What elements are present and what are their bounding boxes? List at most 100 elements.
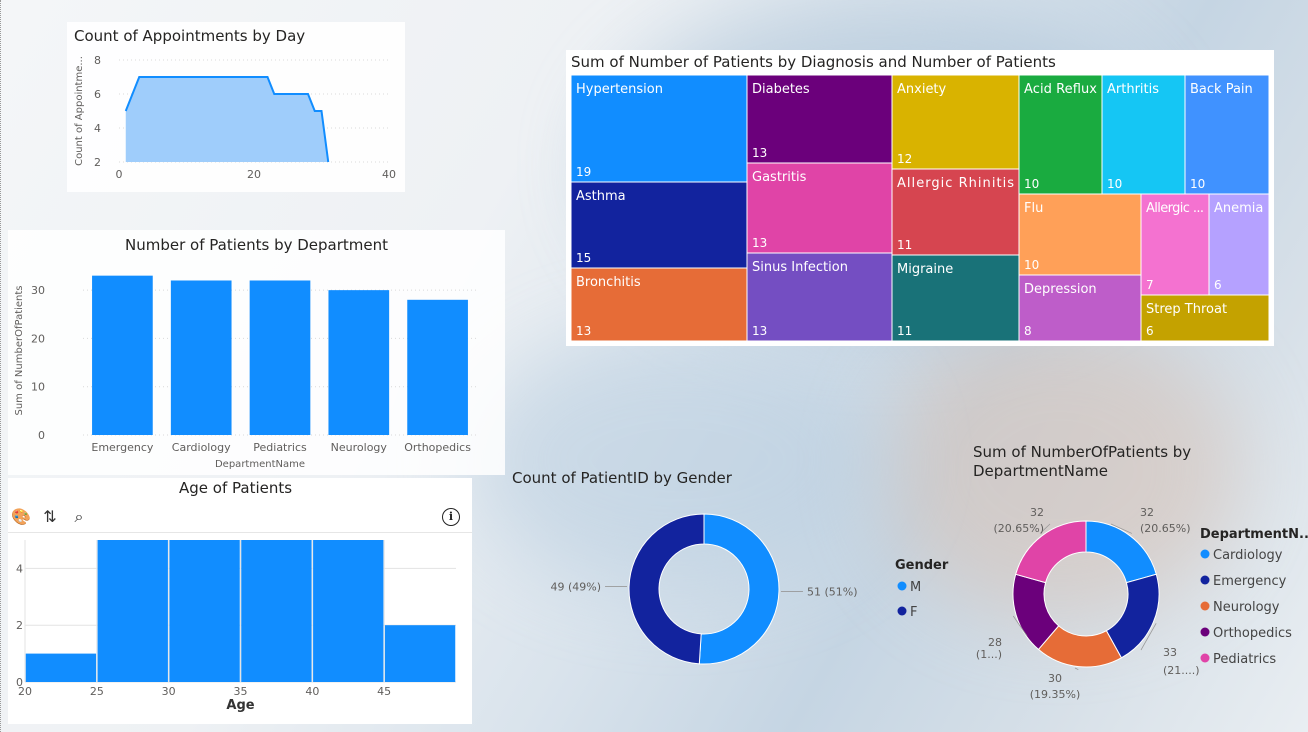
legend-item-label: Neurology <box>1213 600 1280 615</box>
treemap-tile-value: 10 <box>1190 177 1205 191</box>
treemap-tile-value: 10 <box>1024 177 1039 191</box>
y-tick-label: 2 <box>94 156 101 169</box>
treemap-tile-value: 10 <box>1024 258 1039 272</box>
legend-marker <box>1200 627 1210 637</box>
treemap-tile-label: Depression <box>1024 282 1097 297</box>
legend-item-label: Emergency <box>1213 574 1287 589</box>
data-label: 32 <box>1140 506 1154 519</box>
legend-item-label: Cardiology <box>1213 548 1283 563</box>
age-histogram-chart: 02420 25 30 35 40 45Age <box>16 540 456 713</box>
data-label: (20.65%) <box>1140 522 1191 535</box>
legend-item-label: Pediatrics <box>1213 652 1276 667</box>
donut-slice <box>698 513 780 665</box>
treemap-tile-value: 13 <box>752 146 767 160</box>
treemap-tile-label: Allergic ... <box>1146 201 1204 216</box>
data-label: (1...) <box>976 648 1002 661</box>
treemap-tile-value: 6 <box>1146 324 1154 338</box>
histogram-bar <box>25 653 97 682</box>
legend-marker <box>1200 653 1210 663</box>
x-tick-label: 30 <box>162 685 176 698</box>
x-tick-label: 40 <box>305 685 319 698</box>
x-tick-label: 20 <box>247 168 261 181</box>
gender-panel[interactable]: Count of PatientID by Gender 51 (51%) 49 … <box>505 462 955 692</box>
treemap-tile-label: Sinus Infection <box>752 260 848 275</box>
data-label: 51 (51%) <box>807 585 858 598</box>
treemap-tile-value: 8 <box>1024 324 1032 338</box>
bar <box>170 280 232 435</box>
y-tick-label: 4 <box>16 562 23 575</box>
y-tick-label: 6 <box>94 88 101 101</box>
y-tick-label: 2 <box>16 619 23 632</box>
diagnosis-treemap: Hypertension 19 Asthma 15 Bronchitis 13 Diabet… <box>570 74 1270 342</box>
legend-marker <box>897 581 907 591</box>
treemap-tile-value: 15 <box>576 251 591 265</box>
x-tick-label: 45 <box>377 685 391 698</box>
treemap-panel[interactable]: Sum of Number of Patients by Diagnosis a… <box>566 50 1274 346</box>
legend-marker <box>897 606 907 616</box>
treemap-tile-value: 7 <box>1146 278 1154 292</box>
donut-slice <box>628 513 705 665</box>
canvas-border <box>0 0 2 732</box>
x-axis-label: Age <box>226 698 254 713</box>
treemap-tile-value: 19 <box>576 165 591 179</box>
x-tick-label: Pediatrics <box>253 441 307 454</box>
legend-title: DepartmentN... <box>1200 527 1308 542</box>
department-bar-panel[interactable]: Number of Patients by Department 0 10 20 30… <box>8 230 505 475</box>
x-tick-label: 0 <box>116 168 123 181</box>
histogram-bar <box>241 540 312 682</box>
department-donut-panel[interactable]: Sum of NumberOfPatients by DepartmentNam… <box>965 436 1308 726</box>
y-axis-label: Count of Appointme... <box>74 56 85 166</box>
y-tick-label: 30 <box>31 284 45 297</box>
data-label: (21....) <box>1163 664 1200 677</box>
x-tick-label: Cardiology <box>172 441 231 454</box>
treemap-tile-value: 12 <box>897 152 912 166</box>
bar <box>92 275 153 435</box>
treemap-tile-label: Anemia <box>1214 201 1263 216</box>
bar <box>328 290 390 435</box>
legend-marker <box>1200 575 1210 585</box>
y-tick-label: 0 <box>38 429 45 442</box>
legend-item-label: M <box>910 580 921 595</box>
area-fill <box>125 77 329 162</box>
data-label: 33 <box>1163 646 1177 659</box>
histogram-bar <box>97 540 168 682</box>
leader-line <box>1074 667 1079 670</box>
appointments-panel[interactable]: Count of Appointments by Day 2 4 6 8 0 20 40 Co… <box>67 22 405 192</box>
x-tick-label: Orthopedics <box>404 441 471 454</box>
treemap-tile-label: Back Pain <box>1190 82 1253 97</box>
x-axis-label: DepartmentName <box>215 459 305 470</box>
treemap-tile-label: Bronchitis <box>576 275 641 290</box>
x-tick-label: 40 <box>382 168 396 181</box>
treemap-tile-value: 13 <box>752 324 767 338</box>
treemap-tile-label: Allergic Rhinitis <box>897 176 1014 191</box>
treemap-tile-label: Hypertension <box>576 82 663 97</box>
department-donut-chart: 32(20.65%)33(21....)30(19.35%)28(1...)32… <box>976 506 1308 701</box>
y-tick-label: 4 <box>94 122 101 135</box>
legend-item-label: F <box>910 605 917 620</box>
data-label: 30 <box>1048 672 1062 685</box>
treemap-tile-value: 13 <box>576 324 591 338</box>
y-tick-label: 20 <box>31 332 45 345</box>
bar <box>249 280 311 435</box>
treemap-tile-value: 6 <box>1214 278 1222 292</box>
legend-marker <box>1200 549 1210 559</box>
treemap-tile-label: Arthritis <box>1107 82 1159 97</box>
department-bar-chart: 0 10 20 30 Emergency Cardiology Pediatrics Neur… <box>14 275 477 470</box>
treemap-tile-label: Anxiety <box>897 82 947 97</box>
data-label: 32 <box>1030 506 1044 519</box>
y-tick-label: 8 <box>94 54 101 67</box>
data-label: (19.35%) <box>1030 688 1081 701</box>
treemap-tile-label: Strep Throat <box>1146 302 1227 317</box>
y-tick-label: 10 <box>31 381 45 394</box>
legend-marker <box>1200 601 1210 611</box>
x-tick-label: Neurology <box>331 441 388 454</box>
x-tick-label: 35 <box>234 685 248 698</box>
age-panel[interactable]: Age of Patients 🎨 ⇅ ⌕ i 0 2 4 20 25 30 35 40 45 Age <box>8 478 472 724</box>
histogram-bar <box>384 625 456 682</box>
y-axis-label: Sum of NumberOfPatients <box>14 285 25 415</box>
legend-item-label: Orthopedics <box>1213 626 1292 641</box>
x-tick-label: 20 <box>18 685 32 698</box>
treemap-tile-value: 11 <box>897 324 912 338</box>
x-tick-label: 25 <box>90 685 104 698</box>
histogram-bar <box>169 540 240 682</box>
